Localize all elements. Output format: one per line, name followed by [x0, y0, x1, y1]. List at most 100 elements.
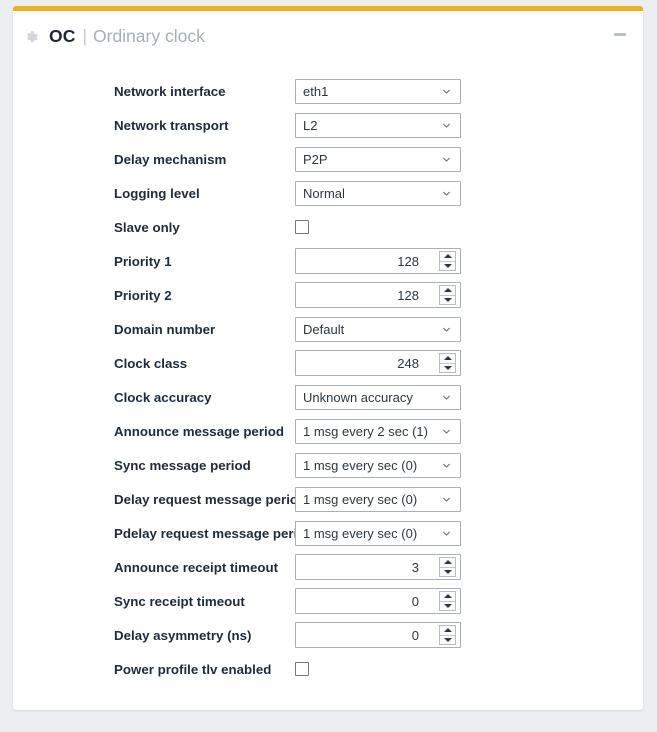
spinner-up-button[interactable]: [440, 252, 455, 261]
field-priority-1: 128: [295, 248, 643, 274]
label-priority-2: Priority 2: [114, 287, 172, 303]
field-priority-2: 128: [295, 282, 643, 308]
select-domain-number[interactable]: Default: [295, 316, 461, 342]
label-announce-receipt-timeout: Announce receipt timeout: [114, 559, 279, 575]
spinner-value-priority-1[interactable]: 128: [296, 254, 460, 269]
chevron-down-icon: [442, 87, 451, 96]
field-pdelay-request-message-period: 1 msg every sec (0): [295, 520, 643, 546]
checkbox-slave-only[interactable]: [295, 220, 309, 234]
spinner-up-button[interactable]: [440, 592, 455, 601]
form-row: Pdelay request message period 1 msg every…: [13, 516, 643, 550]
spinner-priority-2[interactable]: 128: [295, 282, 461, 308]
label-announce-message-period: Announce message period: [114, 423, 284, 439]
form-row: Network interface eth1: [13, 74, 643, 108]
spinner-down-button[interactable]: [440, 362, 455, 373]
select-value-clock-accuracy: Unknown accuracy: [303, 389, 413, 405]
label-logging-level: Logging level: [114, 185, 200, 201]
form-row: Logging level Normal: [13, 176, 643, 210]
chevron-down-icon: [442, 529, 451, 538]
chevron-down-icon: [442, 427, 451, 436]
spinner-priority-1[interactable]: 128: [295, 248, 461, 274]
spinner-down-button[interactable]: [440, 634, 455, 645]
panel-title: OC | Ordinary clock: [49, 28, 205, 46]
spinner-announce-receipt-timeout[interactable]: 3: [295, 554, 461, 580]
field-delay-asymmetry: 0: [295, 622, 643, 648]
spinner-up-button[interactable]: [440, 354, 455, 363]
chevron-down-icon: [442, 461, 451, 470]
spinner-delay-asymmetry[interactable]: 0: [295, 622, 461, 648]
spinner-clock-class[interactable]: 248: [295, 350, 461, 376]
panel-title-code: OC: [49, 26, 76, 47]
triangle-up-icon: [443, 594, 452, 599]
spinner-value-priority-2[interactable]: 128: [296, 288, 460, 303]
chevron-down-icon: [442, 189, 451, 198]
field-announce-message-period: 1 msg every 2 sec (1): [295, 418, 643, 444]
form-row: Network transport L2: [13, 108, 643, 142]
triangle-up-icon: [443, 560, 452, 565]
label-priority-1: Priority 1: [114, 253, 172, 269]
select-delay-mechanism[interactable]: P2P: [295, 146, 461, 172]
triangle-down-icon: [443, 637, 452, 642]
minimize-button[interactable]: [613, 28, 627, 40]
select-network-interface[interactable]: eth1: [295, 78, 461, 104]
label-network-interface: Network interface: [114, 83, 226, 99]
checkbox-power-profile-tlv-enabled[interactable]: [295, 662, 309, 676]
field-domain-number: Default: [295, 316, 643, 342]
form-row: Delay request message period 1 msg every …: [13, 482, 643, 516]
spinner-arrows: [439, 285, 456, 305]
select-sync-message-period[interactable]: 1 msg every sec (0): [295, 452, 461, 478]
label-clock-class: Clock class: [114, 355, 188, 371]
spinner-up-button[interactable]: [440, 558, 455, 567]
select-clock-accuracy[interactable]: Unknown accuracy: [295, 384, 461, 410]
select-announce-message-period[interactable]: 1 msg every 2 sec (1): [295, 418, 461, 444]
spinner-up-button[interactable]: [440, 626, 455, 635]
spinner-down-button[interactable]: [440, 600, 455, 611]
field-delay-mechanism: P2P: [295, 146, 643, 172]
spinner-down-button[interactable]: [440, 260, 455, 271]
spinner-down-button[interactable]: [440, 566, 455, 577]
select-delay-request-message-period[interactable]: 1 msg every sec (0): [295, 486, 461, 512]
triangle-down-icon: [443, 603, 452, 608]
field-clock-accuracy: Unknown accuracy: [295, 384, 643, 410]
select-value-network-interface: eth1: [303, 83, 329, 99]
panel-title-separator: |: [82, 26, 87, 47]
select-value-logging-level: Normal: [303, 185, 345, 201]
form-row: Priority 2 128: [13, 278, 643, 312]
label-delay-mechanism: Delay mechanism: [114, 151, 227, 167]
triangle-down-icon: [443, 365, 452, 370]
spinner-arrows: [439, 625, 456, 645]
triangle-up-icon: [443, 254, 452, 259]
select-value-delay-request-message-period: 1 msg every sec (0): [303, 491, 418, 507]
spinner-value-clock-class[interactable]: 248: [296, 356, 460, 371]
triangle-up-icon: [443, 288, 452, 293]
label-delay-asymmetry: Delay asymmetry (ns): [114, 627, 252, 643]
spinner-sync-receipt-timeout[interactable]: 0: [295, 588, 461, 614]
panel-header: OC | Ordinary clock: [13, 11, 643, 63]
form-row: Announce receipt timeout 3: [13, 550, 643, 584]
field-sync-message-period: 1 msg every sec (0): [295, 452, 643, 478]
select-pdelay-request-message-period[interactable]: 1 msg every sec (0): [295, 520, 461, 546]
chevron-down-icon: [442, 325, 451, 334]
form-row: Sync message period 1 msg every sec (0): [13, 448, 643, 482]
chevron-down-icon: [442, 121, 451, 130]
select-value-announce-message-period: 1 msg every 2 sec (1): [303, 423, 428, 439]
spinner-value-delay-asymmetry[interactable]: 0: [296, 628, 460, 643]
select-network-transport[interactable]: L2: [295, 112, 461, 138]
triangle-up-icon: [443, 628, 452, 633]
spinner-down-button[interactable]: [440, 294, 455, 305]
label-pdelay-request-message-period: Pdelay request message period: [114, 525, 314, 541]
spinner-value-sync-receipt-timeout[interactable]: 0: [296, 594, 460, 609]
field-delay-request-message-period: 1 msg every sec (0): [295, 486, 643, 512]
triangle-down-icon: [443, 263, 452, 268]
form-row: Delay asymmetry (ns) 0: [13, 618, 643, 652]
spinner-up-button[interactable]: [440, 286, 455, 295]
label-power-profile-tlv-enabled: Power profile tlv enabled: [114, 661, 272, 677]
spinner-value-announce-receipt-timeout[interactable]: 3: [296, 560, 460, 575]
select-logging-level[interactable]: Normal: [295, 180, 461, 206]
spinner-arrows: [439, 557, 456, 577]
triangle-down-icon: [443, 569, 452, 574]
form-row: Clock accuracy Unknown accuracy: [13, 380, 643, 414]
field-slave-only: [295, 220, 643, 234]
field-network-transport: L2: [295, 112, 643, 138]
label-sync-message-period: Sync message period: [114, 457, 251, 473]
